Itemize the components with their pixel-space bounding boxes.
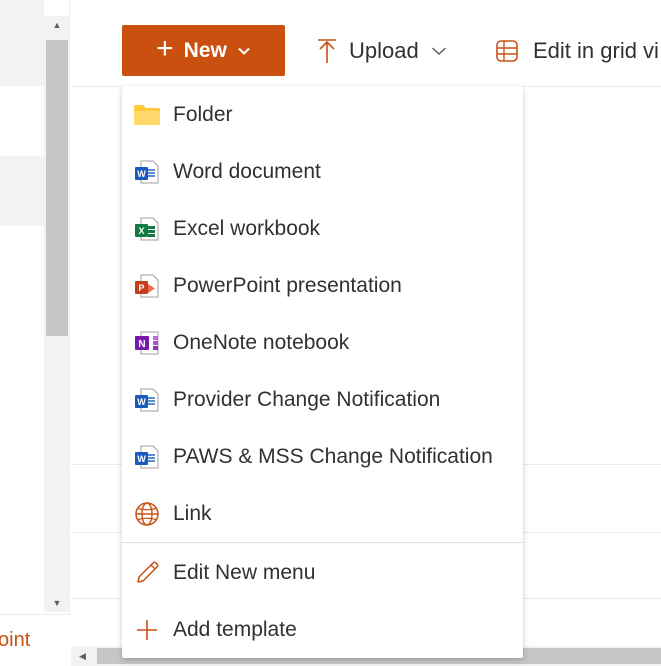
nav-item-highlight[interactable] — [0, 0, 44, 86]
menu-item-add-template[interactable]: Add template — [122, 601, 523, 658]
scroll-up-icon[interactable]: ▲ — [44, 16, 70, 34]
menu-item-label: Word document — [173, 159, 321, 183]
left-nav-footer-link[interactable]: oint — [0, 629, 30, 652]
upload-button-label: Upload — [349, 38, 419, 63]
menu-item-label: PowerPoint presentation — [173, 273, 402, 297]
plus-icon — [133, 616, 161, 644]
menu-item-folder[interactable]: Folder — [122, 86, 523, 143]
menu-item-label: Folder — [173, 102, 233, 126]
grid-icon — [496, 40, 518, 62]
menu-item-paws-mss-change-notification[interactable]: W PAWS & MSS Change Notification — [122, 428, 523, 485]
menu-divider — [122, 542, 523, 543]
vertical-scrollbar[interactable]: ▲ ▼ — [44, 16, 70, 612]
excel-icon: X — [133, 215, 161, 243]
svg-text:N: N — [138, 339, 145, 350]
chevron-down-icon — [238, 47, 250, 55]
word-icon: W — [133, 443, 161, 471]
menu-item-powerpoint-presentation[interactable]: P PowerPoint presentation — [122, 257, 523, 314]
scrollbar-thumb[interactable] — [46, 40, 68, 336]
menu-item-label: Edit New menu — [173, 560, 316, 584]
menu-item-edit-new-menu[interactable]: Edit New menu — [122, 544, 523, 601]
svg-text:W: W — [137, 397, 146, 407]
new-button[interactable]: + New — [122, 25, 285, 76]
svg-text:P: P — [138, 283, 144, 293]
plus-icon: + — [156, 32, 174, 65]
word-icon: W — [133, 158, 161, 186]
menu-item-label: Provider Change Notification — [173, 387, 441, 411]
menu-item-label: PAWS & MSS Change Notification — [173, 444, 493, 468]
new-menu-dropdown: Folder W Word document X Excel workbook … — [122, 86, 523, 658]
left-nav-pane: ▲ ▼ oint — [0, 0, 70, 666]
svg-text:W: W — [137, 169, 146, 179]
menu-item-word-document[interactable]: W Word document — [122, 143, 523, 200]
menu-item-label: Link — [173, 501, 212, 525]
menu-item-excel-workbook[interactable]: X Excel workbook — [122, 200, 523, 257]
globe-icon — [133, 500, 161, 528]
menu-item-onenote-notebook[interactable]: N OneNote notebook — [122, 314, 523, 371]
upload-arrow-icon — [318, 39, 336, 63]
command-bar: + New Upload Edit in grid vi — [71, 0, 661, 86]
edit-in-grid-view-button[interactable]: Edit in grid vi — [495, 30, 659, 72]
word-icon: W — [133, 386, 161, 414]
chevron-down-icon — [431, 47, 446, 56]
left-nav-footer: oint — [0, 614, 70, 666]
menu-item-label: OneNote notebook — [173, 330, 350, 354]
nav-item-selected[interactable] — [0, 156, 44, 226]
menu-item-label: Add template — [173, 617, 297, 641]
powerpoint-icon: P — [133, 272, 161, 300]
onenote-icon: N — [133, 329, 161, 357]
edit-in-grid-view-label: Edit in grid vi — [533, 38, 659, 63]
upload-button[interactable]: Upload — [317, 30, 447, 72]
svg-text:W: W — [137, 454, 146, 464]
folder-icon — [133, 101, 161, 129]
svg-text:X: X — [138, 226, 144, 236]
scroll-down-icon[interactable]: ▼ — [44, 594, 70, 612]
menu-item-label: Excel workbook — [173, 216, 321, 240]
menu-item-link[interactable]: Link — [122, 485, 523, 542]
menu-item-provider-change-notification[interactable]: W Provider Change Notification — [122, 371, 523, 428]
pencil-icon — [133, 559, 161, 587]
scroll-left-icon[interactable]: ◀ — [79, 646, 86, 666]
new-button-label: New — [183, 38, 227, 62]
sharepoint-library-view: ▲ ▼ oint + New Upload Edit in grid vi ◀ … — [0, 0, 661, 666]
